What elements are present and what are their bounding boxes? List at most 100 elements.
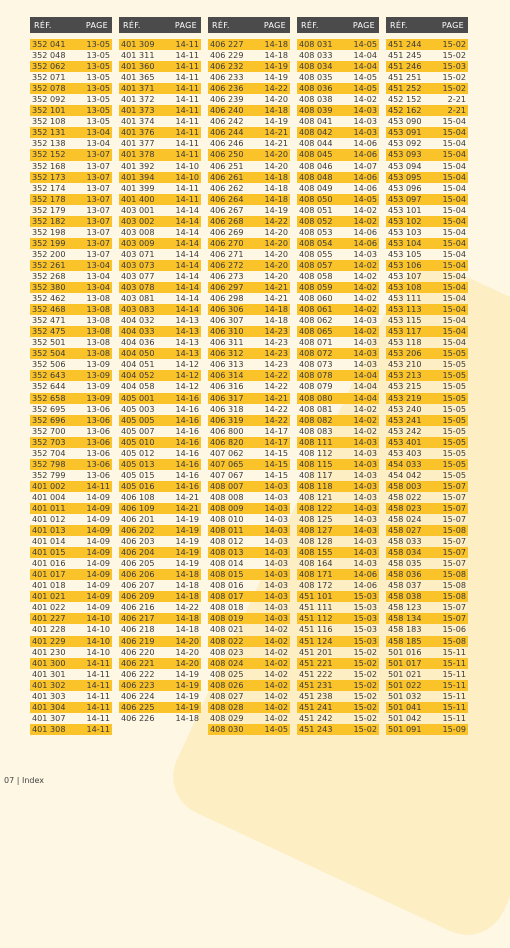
ref-cell: 452 152 bbox=[388, 94, 422, 105]
ref-cell: 453 117 bbox=[388, 326, 422, 337]
table-row: 408 083 14-02 bbox=[297, 426, 379, 437]
page-cell: 14-03 bbox=[264, 591, 288, 602]
page-cell: 15-05 bbox=[442, 403, 466, 414]
page-cell: 13-04 bbox=[86, 138, 110, 149]
page-cell: 15-06 bbox=[442, 624, 466, 635]
table-row: 352 695 13-06 bbox=[30, 404, 112, 415]
page-cell: 15-04 bbox=[442, 326, 466, 337]
ref-cell: 451 231 bbox=[299, 679, 333, 690]
page-cell: 15-05 bbox=[442, 447, 466, 458]
page-cell: 14-03 bbox=[353, 536, 377, 547]
page-cell: 13-07 bbox=[86, 204, 110, 215]
ref-cell: 451 246 bbox=[388, 61, 422, 72]
page-cell: 14-02 bbox=[353, 94, 377, 105]
ref-cell: 405 015 bbox=[121, 469, 155, 480]
table-row: 406 272 14-20 bbox=[208, 259, 290, 271]
table-row: 408 081 14-02 bbox=[297, 404, 379, 415]
ref-cell: 408 121 bbox=[299, 491, 333, 502]
page-cell: 14-20 bbox=[264, 237, 288, 248]
ref-cell: 408 122 bbox=[299, 502, 333, 513]
footer-section: Index bbox=[21, 776, 45, 785]
page-cell: 14-18 bbox=[264, 105, 288, 116]
ref-cell: 401 012 bbox=[32, 514, 66, 525]
page-cell: 14-18 bbox=[175, 624, 199, 635]
table-row: 352 799 13-06 bbox=[30, 470, 112, 481]
table-row: 453 093 15-04 bbox=[386, 149, 468, 161]
ref-cell: 401 015 bbox=[32, 547, 66, 558]
ref-cell: 453 213 bbox=[388, 370, 422, 381]
page-cell: 14-20 bbox=[264, 248, 288, 259]
table-row: 405 010 14-16 bbox=[119, 436, 201, 448]
table-row: 408 054 14-06 bbox=[297, 237, 379, 249]
ref-cell: 453 113 bbox=[388, 304, 422, 315]
table-row: 406 204 14-19 bbox=[119, 547, 201, 559]
page-cell: 14-12 bbox=[175, 359, 199, 370]
page-cell: 13-05 bbox=[86, 116, 110, 127]
table-row: 352 501 13-08 bbox=[30, 337, 112, 348]
ref-cell: 408 125 bbox=[299, 514, 333, 525]
ref-cell: 408 058 bbox=[299, 270, 333, 281]
index-column: RÉF. PAGE 451 244 15-02 451 245 15-02 451 246 1… bbox=[386, 17, 468, 735]
table-row: 404 051 14-12 bbox=[119, 359, 201, 370]
page-cell: 14-02 bbox=[353, 204, 377, 215]
page-cell: 15-02 bbox=[353, 712, 377, 723]
ref-cell: 352 168 bbox=[32, 160, 66, 171]
page-cell: 14-15 bbox=[264, 458, 288, 469]
page-cell: 14-14 bbox=[175, 293, 199, 304]
page-cell: 13-06 bbox=[86, 436, 110, 447]
page-cell: 14-09 bbox=[86, 602, 110, 613]
page-cell: 15-07 bbox=[442, 480, 466, 491]
table-row: 406 209 14-18 bbox=[119, 591, 201, 603]
page-cell: 15-05 bbox=[442, 458, 466, 469]
page-cell: 14-03 bbox=[264, 547, 288, 558]
ref-cell: 401 392 bbox=[121, 160, 155, 171]
ref-cell: 451 241 bbox=[299, 701, 333, 712]
ref-cell: 451 222 bbox=[299, 668, 333, 679]
table-row: 408 051 14-02 bbox=[297, 205, 379, 216]
table-row: 408 065 14-02 bbox=[297, 326, 379, 338]
header-ref: RÉF. bbox=[34, 20, 52, 30]
table-row: 408 059 14-02 bbox=[297, 282, 379, 294]
table-row: 453 213 15-05 bbox=[386, 370, 468, 382]
page-cell: 15-07 bbox=[442, 613, 466, 624]
ref-cell: 408 062 bbox=[299, 315, 333, 326]
table-row: 404 050 14-13 bbox=[119, 348, 201, 360]
page-cell: 14-18 bbox=[175, 712, 199, 723]
ref-cell: 352 182 bbox=[32, 215, 66, 226]
table-row: 501 042 15-11 bbox=[386, 713, 468, 724]
page-cell: 14-21 bbox=[264, 138, 288, 149]
ref-cell: 408 061 bbox=[299, 304, 333, 315]
table-row: 352 174 13-07 bbox=[30, 183, 112, 194]
table-row: 352 696 13-06 bbox=[30, 414, 112, 426]
ref-cell: 451 245 bbox=[388, 50, 422, 61]
page-cell: 14-09 bbox=[86, 558, 110, 569]
ref-cell: 453 094 bbox=[388, 160, 422, 171]
page-cell: 14-04 bbox=[353, 392, 377, 403]
table-row: 408 031 14-05 bbox=[297, 39, 379, 51]
ref-cell: 352 462 bbox=[32, 293, 66, 304]
page-cell: 14-23 bbox=[264, 348, 288, 359]
table-row: 408 017 14-03 bbox=[208, 591, 290, 603]
ref-cell: 408 010 bbox=[210, 514, 244, 525]
page-cell: 14-18 bbox=[264, 50, 288, 61]
page-cell: 14-03 bbox=[353, 436, 377, 447]
ref-cell: 408 028 bbox=[210, 701, 244, 712]
table-row: 454 033 15-05 bbox=[386, 458, 468, 470]
table-row: 401 227 14-10 bbox=[30, 613, 112, 625]
page-cell: 13-08 bbox=[86, 348, 110, 359]
ref-cell: 352 173 bbox=[32, 171, 66, 182]
table-row: 406 307 14-18 bbox=[208, 315, 290, 326]
header-page: PAGE bbox=[85, 20, 108, 30]
page-cell: 15-04 bbox=[442, 149, 466, 160]
header-ref: RÉF. bbox=[212, 20, 230, 30]
ref-cell: 408 128 bbox=[299, 536, 333, 547]
ref-cell: 352 501 bbox=[32, 337, 66, 348]
ref-cell: 406 250 bbox=[210, 149, 244, 160]
ref-cell: 453 090 bbox=[388, 116, 422, 127]
page-cell: 14-06 bbox=[353, 138, 377, 149]
table-row: 401 229 14-10 bbox=[30, 635, 112, 647]
table-row: 352 062 13-05 bbox=[30, 61, 112, 73]
ref-cell: 406 108 bbox=[121, 491, 155, 502]
page-cell: 14-19 bbox=[264, 61, 288, 72]
ref-cell: 406 246 bbox=[210, 138, 244, 149]
